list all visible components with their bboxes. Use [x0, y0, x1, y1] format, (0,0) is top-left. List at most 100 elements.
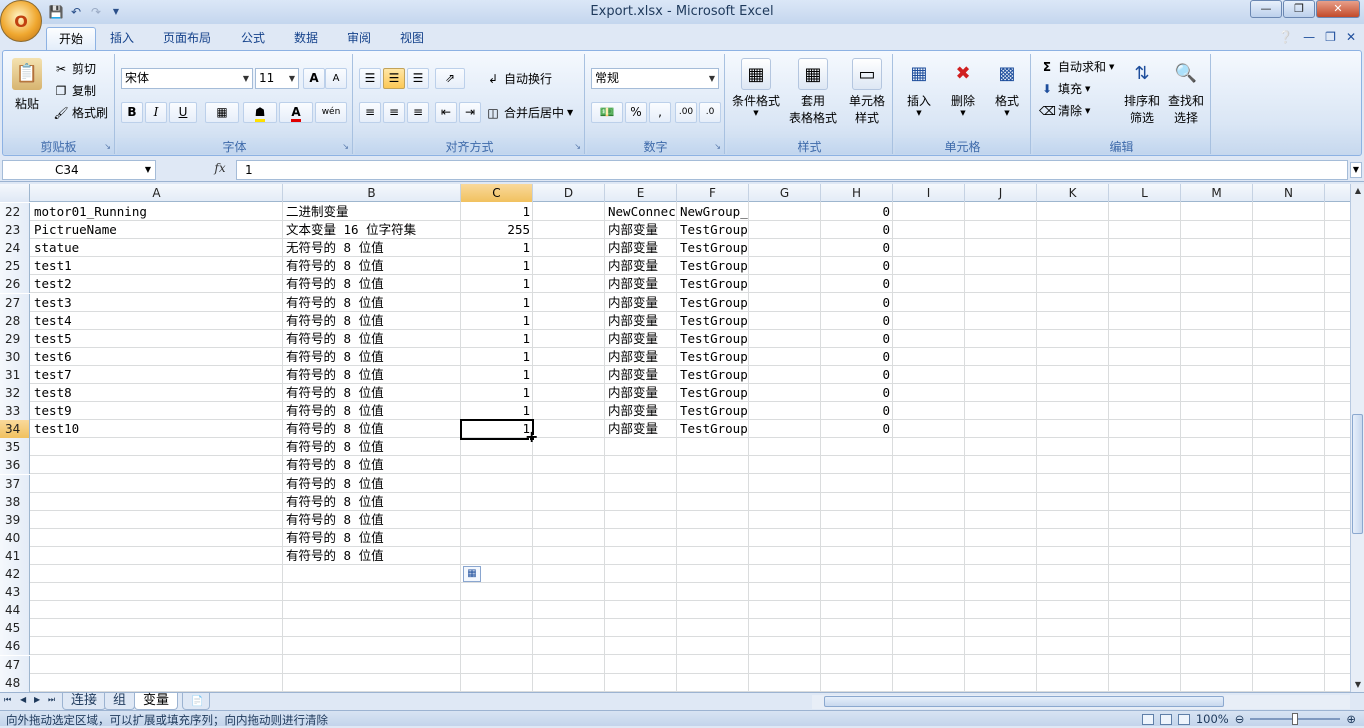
cell-b41[interactable]: 有符号的 8 位值 [283, 547, 461, 565]
cell-b34[interactable]: 有符号的 8 位值 [283, 420, 461, 438]
formula-input[interactable]: 1 [236, 160, 1348, 180]
merge-center-button[interactable]: ◫ 合并后居中 ▼ [485, 104, 573, 121]
cell-f29[interactable]: TestGroup1 [677, 330, 749, 348]
cell-e34[interactable]: 内部变量 [605, 420, 677, 438]
column-header-j[interactable]: J [965, 184, 1037, 202]
column-header-e[interactable]: E [605, 184, 677, 202]
close-button[interactable]: ✕ [1316, 0, 1360, 18]
row-header[interactable]: 34 [0, 420, 30, 438]
dialog-launcher-icon[interactable]: ↘ [714, 142, 721, 151]
row-header[interactable]: 48 [0, 674, 30, 692]
fill-button[interactable]: ⬇ 填充 ▼ [1039, 80, 1090, 97]
row-header[interactable]: 26 [0, 275, 30, 293]
cell-b26[interactable]: 有符号的 8 位值 [283, 275, 461, 293]
row-header[interactable]: 24 [0, 239, 30, 257]
vertical-scrollbar[interactable]: ▲ ▼ [1350, 184, 1364, 692]
row-header[interactable]: 43 [0, 583, 30, 601]
cell-a33[interactable]: test9 [31, 402, 283, 420]
tab-data[interactable]: 数据 [282, 27, 330, 50]
tab-formulas[interactable]: 公式 [229, 27, 277, 50]
cell-c32[interactable]: 1 [461, 384, 533, 402]
cell-b32[interactable]: 有符号的 8 位值 [283, 384, 461, 402]
cell-a26[interactable]: test2 [31, 275, 283, 293]
page-layout-view-icon[interactable] [1159, 713, 1172, 725]
column-header-c[interactable]: C [461, 184, 533, 202]
cell-b36[interactable]: 有符号的 8 位值 [283, 456, 461, 474]
cell-e27[interactable]: 内部变量 [605, 294, 677, 312]
copy-button[interactable]: ❐ 复制 [53, 82, 96, 99]
cell-f24[interactable]: TestGroup1 [677, 239, 749, 257]
ribbon-close-icon[interactable]: ✕ [1346, 30, 1356, 44]
cell-styles-button[interactable]: ▭ 单元格 样式 [845, 58, 889, 126]
cell-e29[interactable]: 内部变量 [605, 330, 677, 348]
bold-button[interactable]: B [121, 102, 143, 123]
tab-view[interactable]: 视图 [388, 27, 436, 50]
row-header[interactable]: 32 [0, 384, 30, 402]
cell-e22[interactable]: NewConnec [605, 203, 677, 221]
column-header-l[interactable]: L [1109, 184, 1181, 202]
cell-e28[interactable]: 内部变量 [605, 312, 677, 330]
tab-page-layout[interactable]: 页面布局 [151, 27, 223, 50]
row-header[interactable]: 30 [0, 348, 30, 366]
format-as-table-button[interactable]: ▦ 套用 表格格式 [785, 58, 841, 126]
cell-b25[interactable]: 有符号的 8 位值 [283, 257, 461, 275]
row-header[interactable]: 28 [0, 312, 30, 330]
row-header[interactable]: 29 [0, 330, 30, 348]
cell-h26[interactable]: 0 [821, 275, 893, 293]
cell-f30[interactable]: TestGroup1 [677, 348, 749, 366]
insert-function-button[interactable]: fx [208, 161, 232, 179]
delete-cells-button[interactable]: ✖ 删除 ▼ [943, 58, 983, 117]
cell-c22[interactable]: 1 [461, 203, 533, 221]
decrease-decimal-button[interactable]: .0 [699, 102, 721, 123]
column-header-n[interactable]: N [1253, 184, 1325, 202]
cell-c27[interactable]: 1 [461, 294, 533, 312]
percent-button[interactable]: % [625, 102, 647, 123]
cell-e32[interactable]: 内部变量 [605, 384, 677, 402]
row-header[interactable]: 47 [0, 656, 30, 674]
cell-a32[interactable]: test8 [31, 384, 283, 402]
cell-b39[interactable]: 有符号的 8 位值 [283, 511, 461, 529]
align-middle-button[interactable]: ☰ [383, 68, 405, 89]
column-header-d[interactable]: D [533, 184, 605, 202]
underline-button[interactable]: U [169, 102, 197, 123]
expand-formula-bar-icon[interactable]: ▼ [1350, 162, 1362, 178]
decrease-indent-button[interactable]: ⇤ [435, 102, 457, 123]
insert-cells-button[interactable]: ▦ 插入 ▼ [899, 58, 939, 117]
row-header[interactable]: 33 [0, 402, 30, 420]
row-header[interactable]: 39 [0, 511, 30, 529]
maximize-button[interactable]: ❐ [1283, 0, 1315, 18]
row-header[interactable]: 37 [0, 475, 30, 493]
column-header-f[interactable]: F [677, 184, 749, 202]
row-header[interactable]: 22 [0, 203, 30, 221]
font-name-combo[interactable]: 宋体 ▼ [121, 68, 253, 89]
cell-h24[interactable]: 0 [821, 239, 893, 257]
cell-c26[interactable]: 1 [461, 275, 533, 293]
cell-a24[interactable]: statue [31, 239, 283, 257]
italic-button[interactable]: I [145, 102, 167, 123]
insert-sheet-button[interactable]: 📄 [182, 693, 210, 710]
row-header[interactable]: 36 [0, 456, 30, 474]
row-header[interactable]: 38 [0, 493, 30, 511]
cell-a31[interactable]: test7 [31, 366, 283, 384]
cell-e31[interactable]: 内部变量 [605, 366, 677, 384]
row-header[interactable]: 46 [0, 637, 30, 655]
orientation-button[interactable]: ⇗ [435, 68, 465, 89]
normal-view-icon[interactable] [1141, 713, 1154, 725]
cell-f27[interactable]: TestGroup1 [677, 294, 749, 312]
cell-h30[interactable]: 0 [821, 348, 893, 366]
cell-a22[interactable]: motor01_Running [31, 203, 283, 221]
cell-h27[interactable]: 0 [821, 294, 893, 312]
cell-b29[interactable]: 有符号的 8 位值 [283, 330, 461, 348]
clear-button[interactable]: ⌫ 清除 ▼ [1039, 102, 1090, 119]
auto-fill-options-icon[interactable]: ▦ [463, 566, 481, 582]
cell-f34[interactable]: TestGroup1 [677, 420, 749, 438]
zoom-in-icon[interactable]: ⊕ [1346, 712, 1356, 726]
zoom-out-icon[interactable]: ⊖ [1235, 712, 1245, 726]
cell-b37[interactable]: 有符号的 8 位值 [283, 475, 461, 493]
shrink-font-button[interactable]: A [325, 68, 347, 89]
cell-h29[interactable]: 0 [821, 330, 893, 348]
cell-a25[interactable]: test1 [31, 257, 283, 275]
phonetic-button[interactable]: wén [315, 102, 347, 123]
tab-review[interactable]: 审阅 [335, 27, 383, 50]
find-select-button[interactable]: 🔍 查找和 选择 [1165, 58, 1207, 126]
